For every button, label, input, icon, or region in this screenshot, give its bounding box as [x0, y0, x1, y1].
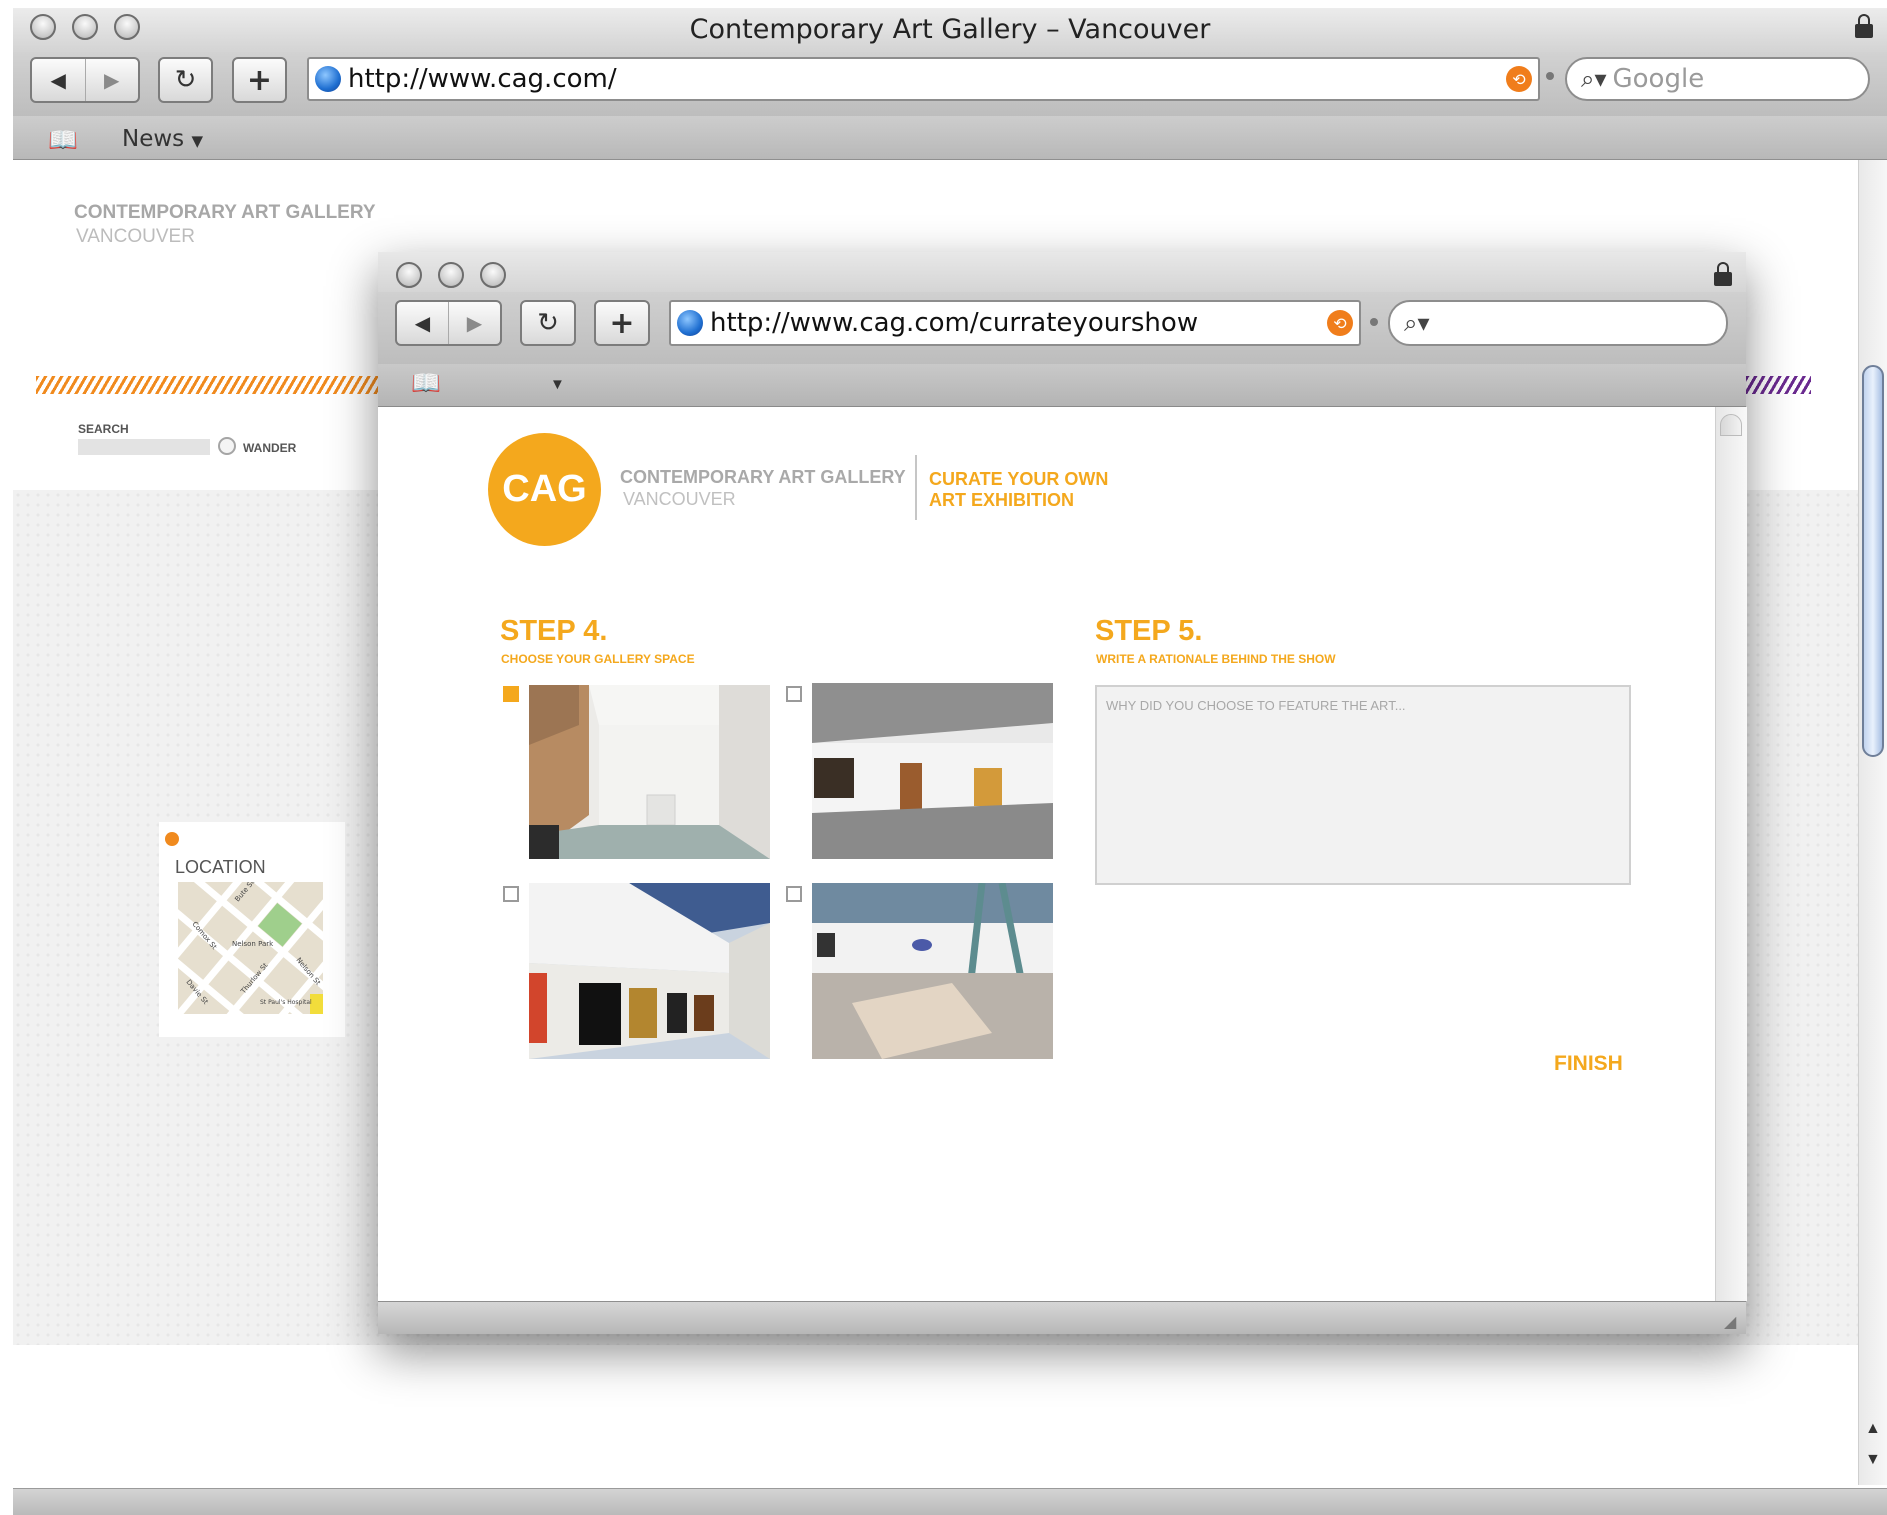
inner-minimize-window-button[interactable]: [438, 262, 464, 288]
gallery-space-1-image[interactable]: [529, 685, 770, 859]
rationale-textarea[interactable]: WHY DID YOU CHOOSE TO FEATURE THE ART...: [1095, 685, 1631, 885]
inner-scrollbar-cap: [1720, 414, 1742, 436]
inner-brand-city: VANCOUVER: [623, 489, 736, 509]
purple-stripe-divider: [1746, 376, 1811, 394]
inner-chevron-down-icon[interactable]: ▼: [550, 376, 565, 393]
inner-rss-icon[interactable]: ⟲: [1327, 310, 1353, 336]
chevron-down-icon: ▼: [191, 132, 204, 150]
finish-button[interactable]: FINISH: [1554, 1052, 1623, 1076]
globe-icon: [315, 66, 341, 92]
back-arrow-icon[interactable]: ◀: [32, 59, 85, 101]
outer-search-label: SEARCH: [78, 422, 129, 436]
header-divider: [915, 455, 917, 520]
url-text: http://www.cag.com/: [348, 64, 617, 94]
forward-arrow-icon[interactable]: ▶: [84, 59, 139, 101]
inner-close-window-button[interactable]: [396, 262, 422, 288]
bookmarks-bar: [13, 116, 1887, 160]
inner-url-text: http://www.cag.com/currateyourshow: [710, 308, 1199, 338]
inner-scrollbar[interactable]: [1715, 407, 1747, 1301]
step4-title: STEP 4.: [500, 615, 608, 647]
search-field[interactable]: ⌕▾ Google: [1565, 57, 1870, 101]
location-dot-icon: [165, 832, 179, 846]
outer-brand-name: CONTEMPORARY ART GALLERY: [74, 202, 376, 223]
gallery-space-4-checkbox[interactable]: [786, 886, 802, 902]
inner-status-bar: [378, 1301, 1746, 1334]
orange-stripe-divider: [36, 376, 381, 394]
cag-logo[interactable]: CAG: [488, 433, 601, 546]
outer-scrollbar[interactable]: [1858, 160, 1887, 1485]
gallery-space-2-checkbox[interactable]: [786, 686, 802, 702]
address-bar[interactable]: http://www.cag.com/ ⟲: [307, 57, 1540, 101]
lock-icon: [1855, 14, 1873, 38]
gallery-space-1-checkbox[interactable]: [503, 686, 519, 702]
tagline-line-1: CURATE YOUR OWN: [929, 469, 1109, 489]
window-title: Contemporary Art Gallery – Vancouver: [689, 14, 1211, 45]
gallery-space-4-image[interactable]: [812, 883, 1053, 1059]
resize-dot-icon: [1546, 72, 1554, 80]
tagline-line-2: ART EXHIBITION: [929, 490, 1075, 510]
gallery-space-3-image[interactable]: [529, 883, 770, 1059]
map-label-hospital: St Paul's Hospital: [260, 999, 312, 1006]
inner-back-arrow-icon[interactable]: ◀: [397, 302, 448, 344]
step5-title: STEP 5.: [1095, 615, 1203, 647]
inner-add-bookmark-plus-icon[interactable]: +: [594, 300, 650, 346]
outer-brand-city: VANCOUVER: [76, 226, 195, 247]
search-placeholder: Google: [1612, 64, 1705, 94]
inner-brand-name: CONTEMPORARY ART GALLERY: [620, 467, 906, 487]
location-label: LOCATION: [175, 857, 266, 877]
add-bookmark-plus-icon[interactable]: +: [232, 57, 287, 103]
inner-forward-arrow-icon[interactable]: ▶: [448, 302, 500, 344]
outer-search-input[interactable]: [78, 439, 210, 455]
inner-zoom-window-button[interactable]: [480, 262, 506, 288]
rss-icon[interactable]: ⟲: [1506, 66, 1532, 92]
scroll-up-icon[interactable]: ▲: [1865, 1420, 1881, 1438]
rationale-placeholder: WHY DID YOU CHOOSE TO FEATURE THE ART...: [1106, 698, 1406, 713]
inner-globe-icon: [677, 310, 703, 336]
outer-status-bar: [13, 1488, 1887, 1515]
inner-bookmarks-bar: [378, 364, 1746, 407]
inner-back-forward-buttons[interactable]: ◀ ▶: [395, 300, 502, 346]
gallery-space-2-image[interactable]: [812, 683, 1053, 859]
inner-open-book-icon[interactable]: 📖: [411, 369, 441, 398]
back-forward-buttons[interactable]: ◀ ▶: [30, 57, 140, 103]
inner-search-icon: ⌕▾: [1404, 309, 1430, 337]
inner-reload-icon[interactable]: ↻: [520, 300, 576, 346]
step4-subtitle: CHOOSE YOUR GALLERY SPACE: [501, 652, 695, 666]
gallery-space-3-checkbox[interactable]: [503, 886, 519, 902]
reload-icon[interactable]: ↻: [158, 57, 213, 103]
cag-logo-text: CAG: [502, 468, 587, 510]
wander-radio[interactable]: [218, 437, 236, 455]
outer-scrollbar-thumb[interactable]: [1862, 365, 1884, 757]
open-book-icon[interactable]: 📖: [48, 126, 78, 155]
inner-lock-icon: [1714, 262, 1732, 286]
search-icon: ⌕▾: [1581, 65, 1607, 93]
location-map[interactable]: Bute St Comox St Nelson Park Nelson St T…: [178, 882, 323, 1014]
inner-search-field[interactable]: ⌕▾: [1388, 300, 1728, 346]
inner-resize-dot-icon: [1370, 318, 1378, 326]
step5-subtitle: WRITE A RATIONALE BEHIND THE SHOW: [1096, 652, 1336, 666]
map-label-nelson-park: Nelson Park: [232, 940, 274, 948]
resize-grip-icon[interactable]: ◢: [1724, 1312, 1736, 1332]
inner-address-bar[interactable]: http://www.cag.com/currateyourshow ⟲: [669, 300, 1361, 346]
scroll-down-icon[interactable]: ▼: [1865, 1451, 1881, 1469]
bookmark-news[interactable]: News ▼: [122, 126, 203, 152]
wander-label: WANDER: [243, 441, 297, 455]
